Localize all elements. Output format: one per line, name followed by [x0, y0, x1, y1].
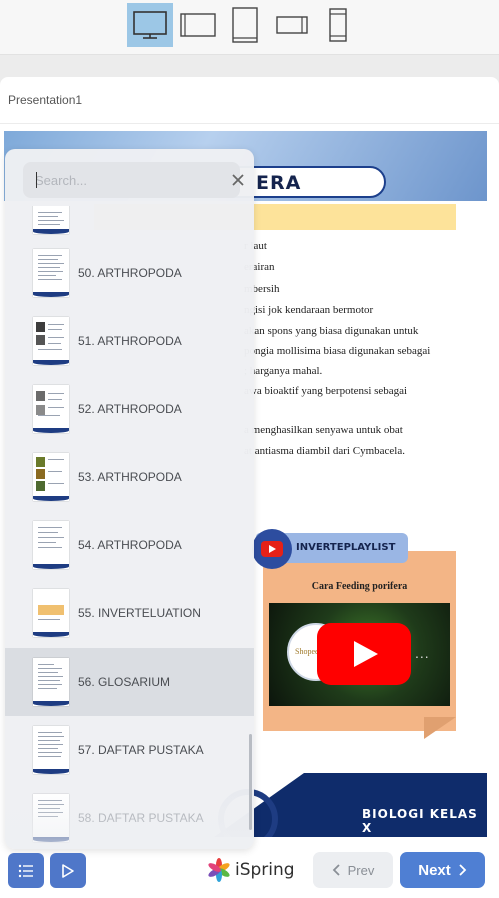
playlist-label: INVERTEPLAYLIST [296, 542, 396, 553]
phone-landscape-view-button[interactable] [269, 3, 315, 47]
chevron-right-icon [459, 864, 467, 876]
phone-landscape-icon [276, 16, 308, 34]
slide-body-line: a menghasilkan senyawa untuk obat [244, 424, 403, 436]
outline-item-label: 52. ARTHROPODA [78, 402, 182, 416]
slide-thumbnail [33, 589, 69, 637]
video-caption: Cara Feeding porifera [311, 581, 408, 592]
slide-body-line: ; harganya mahal. [244, 365, 323, 377]
desktop-monitor-icon [133, 11, 167, 39]
outline-item-selected[interactable]: 56. GLOSARIUM [5, 648, 254, 716]
outline-item[interactable]: 54. ARTHROPODA [5, 511, 254, 579]
slide-body-line: awa bioaktif yang berpotensi sebagai [244, 385, 408, 397]
ispring-logo: iSpring [207, 858, 295, 882]
slide-footer-label: BIOLOGI KELAS X [362, 807, 478, 835]
slide-thumbnail [33, 206, 69, 234]
slide-thumbnail [33, 317, 69, 365]
phone-portrait-icon [329, 8, 347, 42]
outline-scrollbar[interactable] [249, 734, 252, 830]
slide-body-line: akan spons yang biasa digunakan untuk [244, 325, 419, 337]
slide-body-line: ngisi jok kendaraan bermotor [244, 304, 374, 316]
outline-item-label: 58. DAFTAR PUSTAKA [78, 811, 204, 825]
outline-item-label: 55. INVERTELUATION [78, 606, 201, 620]
play-button[interactable] [50, 853, 86, 888]
outline-search [23, 162, 244, 198]
slide-thumbnail [33, 453, 69, 501]
next-label: Next [418, 861, 451, 879]
tablet-portrait-icon [232, 7, 258, 43]
outline-item[interactable]: 50. ARTHROPODA [5, 239, 254, 307]
tablet-landscape-icon [180, 13, 216, 37]
prev-label: Prev [347, 862, 375, 878]
presentation-title: Presentation1 [8, 93, 83, 107]
slide-thumbnail [33, 521, 69, 569]
chevron-left-icon [332, 864, 340, 876]
slide-thumbnail [33, 385, 69, 433]
desktop-view-button[interactable] [127, 3, 173, 47]
outline-item[interactable]: 53. ARTHROPODA [5, 443, 254, 511]
slide-thumbnail [33, 726, 69, 774]
slide-body-line: at antiasma diambil dari Cymbacela. [244, 445, 405, 457]
phone-portrait-view-button[interactable] [315, 3, 361, 47]
outline-item-label: 54. ARTHROPODA [78, 538, 182, 552]
outline-item[interactable]: 58. DAFTAR PUSTAKA [5, 784, 254, 849]
outline-item[interactable]: 55. INVERTELUATION [5, 579, 254, 647]
device-preview-bar [0, 0, 499, 55]
video-more-dots: ... [415, 645, 430, 661]
outline-list-icon [18, 864, 33, 877]
slide-thumbnail [33, 658, 69, 706]
tablet-portrait-view-button[interactable] [222, 3, 268, 47]
outline-item[interactable]: 51. ARTHROPODA [5, 307, 254, 375]
playlist-badge [252, 529, 292, 569]
channel-logo-text: Shopee [295, 647, 319, 656]
slide-thumbnail [33, 249, 69, 297]
outline-item-label: 50. ARTHROPODA [78, 266, 182, 280]
next-button[interactable]: Next [400, 852, 485, 888]
slide-thumbnail [33, 794, 69, 842]
search-input[interactable] [35, 170, 195, 190]
outline-item-label: 53. ARTHROPODA [78, 470, 182, 484]
ispring-flower-icon [208, 858, 230, 882]
slide-body-line: pongia mollisima biasa digunakan sebagai [244, 345, 431, 357]
outline-item-label: 51. ARTHROPODA [78, 334, 182, 348]
embedded-video[interactable]: Shopee ... [269, 603, 450, 706]
play-icon [62, 863, 74, 878]
outline-toggle-button[interactable] [8, 853, 44, 888]
outline-panel: 50. ARTHROPODA 51. ARTHROPODA 52. ARTHRO… [5, 149, 254, 849]
outline-item[interactable]: 52. ARTHROPODA [5, 375, 254, 443]
title-divider [0, 123, 499, 124]
slide-heading: ERA [256, 172, 302, 194]
youtube-play-icon[interactable] [317, 623, 411, 685]
outline-item[interactable]: 57. DAFTAR PUSTAKA [5, 716, 254, 784]
text-caret [36, 172, 37, 188]
outline-item-label: 57. DAFTAR PUSTAKA [78, 743, 204, 757]
prev-button[interactable]: Prev [313, 852, 393, 888]
outline-item-label: 56. GLOSARIUM [78, 675, 171, 689]
outline-item[interactable] [5, 206, 254, 236]
youtube-icon [261, 541, 283, 557]
close-icon[interactable] [229, 171, 247, 189]
logo-text: iSpring [235, 860, 295, 880]
tablet-landscape-view-button[interactable] [175, 3, 221, 47]
